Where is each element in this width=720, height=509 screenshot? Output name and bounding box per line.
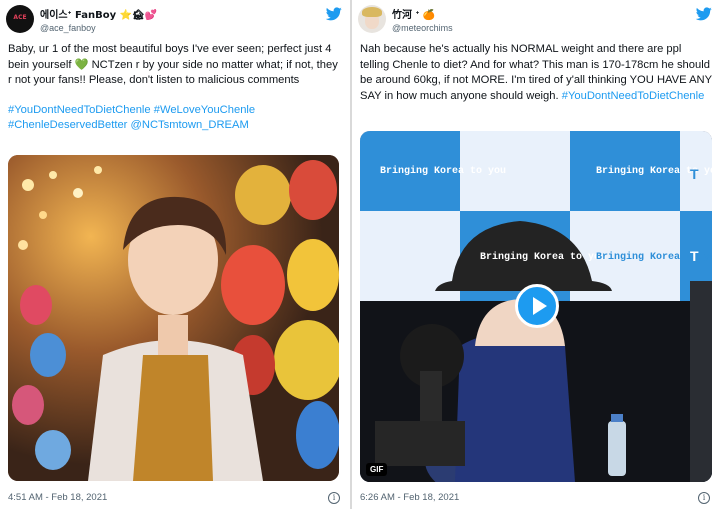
tweet-card-meteor[interactable]: 竹河 ᐩ 🍊 @meteorchims Nah because he's act… — [352, 0, 720, 509]
tweet-timestamp[interactable]: 6:26 AM - Feb 18, 2021 — [360, 492, 459, 503]
avatar-hair — [362, 7, 382, 17]
avatar[interactable]: ACE — [6, 5, 34, 33]
tweet-gif[interactable]: Bringing Korea to you Bringing Korea to … — [360, 131, 712, 482]
twitter-bird-icon[interactable] — [326, 7, 342, 21]
hashtag-link[interactable]: #YouDontNeedToDietChenle — [562, 90, 705, 102]
tweet-card-ace[interactable]: ACE 에이스ᐩ FanBoy ⭐🏚💕 @ace_fanboy Baby, ur… — [0, 0, 350, 509]
tweet-header: 竹河 ᐩ 🍊 @meteorchims — [358, 5, 712, 35]
user-handle[interactable]: @ace_fanboy — [40, 23, 157, 33]
backdrop-letter-1: T — [690, 166, 699, 182]
green-heart-emoji: 💚 — [74, 58, 89, 71]
info-icon[interactable]: i — [698, 492, 710, 504]
backdrop-text-3: Bringing Korea to you — [480, 251, 606, 263]
tweet-photo[interactable] — [8, 155, 339, 481]
twitter-bird-icon[interactable] — [696, 7, 712, 21]
tweet-text: Baby, ur 1 of the most beautiful boys I'… — [8, 42, 338, 134]
info-icon[interactable]: i — [328, 492, 340, 504]
tweet-header: ACE 에이스ᐩ FanBoy ⭐🏚💕 @ace_fanboy — [6, 5, 342, 35]
display-name[interactable]: 에이스ᐩ FanBoy ⭐🏚💕 — [40, 6, 157, 21]
tweet-text: Nah because he's actually his NORMAL wei… — [360, 42, 712, 104]
user-handle[interactable]: @meteorchims — [392, 23, 453, 33]
user-names[interactable]: 竹河 ᐩ 🍊 @meteorchims — [392, 6, 453, 33]
gif-badge: GIF — [366, 463, 388, 476]
photo-illustration — [8, 155, 339, 481]
backdrop-letter-2: T — [690, 248, 699, 264]
avatar[interactable] — [358, 5, 386, 33]
hashtag-links[interactable]: #YouDontNeedToDietChenle #WeLoveYouChenl… — [8, 103, 338, 134]
user-names[interactable]: 에이스ᐩ FanBoy ⭐🏚💕 @ace_fanboy — [40, 6, 157, 33]
play-icon[interactable] — [515, 284, 559, 328]
backdrop-text-1: Bringing Korea to you — [380, 165, 506, 177]
tweet-timestamp[interactable]: 4:51 AM - Feb 18, 2021 — [8, 492, 107, 503]
avatar-logo-text: ACE — [13, 14, 27, 21]
display-name[interactable]: 竹河 ᐩ 🍊 — [392, 6, 453, 21]
